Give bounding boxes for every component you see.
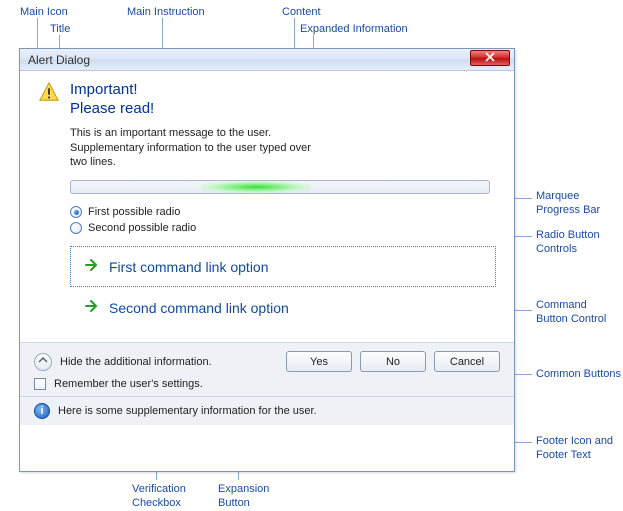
marquee-progress-bar: [70, 180, 490, 194]
radio-label: First possible radio: [88, 206, 180, 218]
yes-button[interactable]: Yes: [286, 351, 352, 372]
main-instruction: Important! Please read!: [70, 81, 154, 119]
content-text: This is an important message to the user…: [70, 127, 496, 139]
radio-icon: [70, 206, 82, 218]
callout-main-instruction: Main Instruction: [127, 6, 205, 18]
dialog-body: Important! Please read! This is an impor…: [20, 71, 514, 342]
info-icon: i: [34, 403, 50, 419]
command-link-2[interactable]: Second command link option: [70, 287, 496, 328]
callout-main-icon: Main Icon: [20, 6, 68, 18]
footer-text: Here is some supplementary information f…: [58, 405, 317, 417]
radio-label: Second possible radio: [88, 222, 196, 234]
main-instruction-line2: Please read!: [70, 100, 154, 119]
warning-icon: [38, 81, 60, 127]
dialog-footer: Hide the additional information. Yes No …: [20, 342, 514, 425]
main-instruction-line1: Important!: [70, 81, 154, 100]
command-link-1[interactable]: First command link option: [70, 246, 496, 287]
callout-footer: Footer Icon and Footer Text: [536, 434, 616, 463]
callout-command-button: Command Button Control: [536, 298, 616, 327]
callout-expanded-info: Expanded Information: [300, 23, 408, 35]
common-buttons: Yes No Cancel: [286, 351, 500, 372]
alert-dialog: Alert Dialog Important! Please read! Thi…: [19, 48, 515, 472]
progress-glow: [201, 181, 311, 193]
close-icon: [485, 51, 495, 65]
divider: [20, 396, 514, 397]
no-button[interactable]: No: [360, 351, 426, 372]
expansion-button[interactable]: [34, 353, 52, 371]
callout-expansion: Expansion Button: [218, 482, 278, 511]
callout-marquee: Marquee Progress Bar: [536, 189, 606, 218]
radio-icon: [70, 222, 82, 234]
command-link-label: First command link option: [109, 259, 269, 275]
arrow-right-icon: [83, 298, 99, 317]
radio-option-1[interactable]: First possible radio: [70, 204, 496, 220]
cancel-button[interactable]: Cancel: [434, 351, 500, 372]
expansion-label: Hide the additional information.: [60, 356, 212, 368]
command-links: First command link option Second command…: [70, 246, 496, 328]
dialog-title: Alert Dialog: [28, 53, 90, 67]
callout-common-buttons: Common Buttons: [536, 368, 621, 380]
titlebar[interactable]: Alert Dialog: [20, 49, 514, 71]
radio-group: First possible radio Second possible rad…: [70, 204, 496, 236]
arrow-right-icon: [83, 257, 99, 276]
command-link-label: Second command link option: [109, 300, 289, 316]
chevron-up-icon: [38, 355, 48, 368]
verification-checkbox[interactable]: [34, 378, 46, 390]
radio-option-2[interactable]: Second possible radio: [70, 220, 496, 236]
close-button[interactable]: [470, 50, 510, 66]
verification-label: Remember the user's settings.: [54, 378, 203, 390]
callout-title: Title: [50, 23, 70, 35]
callout-radio-controls: Radio Button Controls: [536, 228, 616, 257]
callout-verification: Verification Checkbox: [132, 482, 192, 511]
callout-content: Content: [282, 6, 321, 18]
expanded-information: Supplementary information to the user ty…: [70, 141, 330, 171]
